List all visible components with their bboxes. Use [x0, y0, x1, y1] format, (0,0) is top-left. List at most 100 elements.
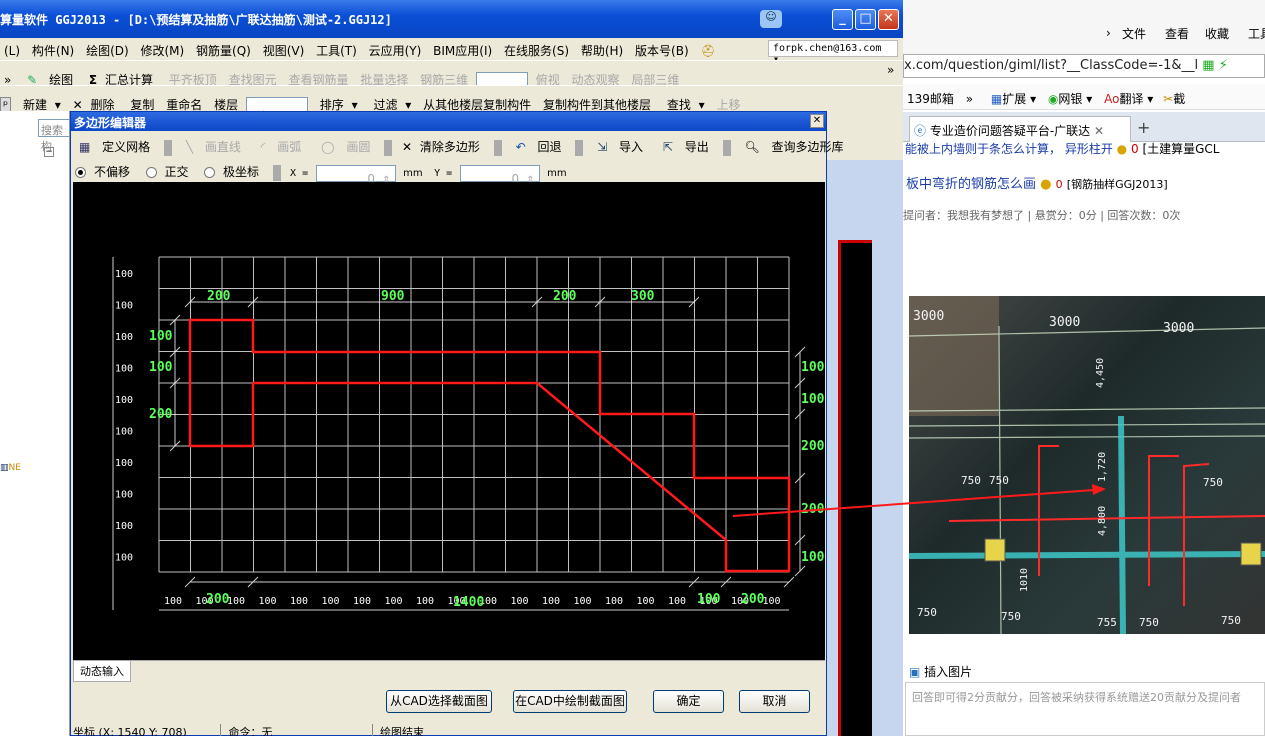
y-input[interactable]: 0 ⇕ [459, 164, 540, 186]
bookmark-139[interactable]: 139邮箱 [907, 92, 954, 106]
bookmark-capture[interactable]: ✂截 [1163, 92, 1185, 106]
clear-polygon-button[interactable]: ✕ 清除多边形 [398, 132, 488, 155]
draw-arc-button[interactable]: ◜ 画弧 [253, 132, 310, 155]
menu-item-online[interactable]: 在线服务(S) [500, 38, 573, 59]
draw-button[interactable]: ✎ 绘图 [19, 61, 81, 88]
tab-close-icon[interactable]: ✕ [1094, 124, 1104, 138]
dialog-toolbar: ▦ 定义网格 ╲ 画直线 ◜ 画弧 ◯ 画圆 ✕ 清除多边形 ↶ 回退 ⇲ 导入… [71, 132, 844, 156]
tab-bar: 动态输入 [73, 660, 825, 682]
delete-button[interactable]: ✕ 删除 [69, 86, 123, 113]
menu-item-component[interactable]: 构件(N) [28, 38, 78, 59]
divider [493, 139, 502, 156]
dialog-title-bar: 多边形编辑器 ✕ [71, 112, 826, 131]
draw-in-cad-button[interactable]: 在CAD中绘制截面图 [513, 690, 627, 713]
new-button[interactable]: 新建 ▾ [15, 86, 65, 113]
answer-textarea[interactable]: 回答即可得2分贡献分，回答被采纳获得系统赠送20贡献分及提问者 [905, 682, 1265, 736]
browser-tab[interactable]: ⓔ 专业造价问题答疑平台-广联达 ✕ [909, 116, 1131, 142]
undo-button[interactable]: ↶ 回退 [508, 132, 570, 155]
search-button[interactable]: 查找 ▾ [659, 86, 709, 113]
photo-label: 1010 [1019, 568, 1030, 592]
arc-icon: ◜ [260, 140, 266, 154]
menu-item-tools[interactable]: 工具(T) [312, 38, 361, 59]
row-label: 100 [115, 395, 133, 406]
rename-button[interactable]: 重命名 [162, 91, 206, 113]
minimize-button[interactable]: _ [832, 9, 853, 30]
question-photo[interactable]: 3000 3000 3000 750 750 750 750 750 755 7… [909, 296, 1265, 634]
col-label: 100 [259, 596, 277, 607]
sum-button[interactable]: Σ 汇总计算 [85, 61, 161, 88]
menu-item-bim[interactable]: BIM应用(I) [429, 38, 496, 59]
dialog-close-button[interactable]: ✕ [810, 114, 824, 128]
query-library-button[interactable]: 🔍︎ 查询多边形库 [736, 132, 851, 155]
photo-label: 750 [917, 606, 937, 619]
question-top[interactable]: 能被上内墙则于条怎么计算， 异形柱开 ● 0 [土建算量GCL [905, 140, 1265, 157]
menu-item-modify[interactable]: 修改(M) [137, 38, 189, 59]
copy-to-floor-button[interactable]: 复制构件到其他楼层 [539, 91, 655, 113]
dim-bottom-text: 100 [697, 592, 721, 607]
line-icon: ╲ [185, 140, 194, 154]
y-unit: mm [547, 168, 567, 179]
divider [384, 139, 393, 156]
col-label: 100 [668, 596, 686, 607]
bookmark-bank[interactable]: ◉网银 ▾ [1048, 92, 1092, 106]
polygon-canvas[interactable]: 100 100 100 100 100 100 100 100 100 100 100 100 100… [73, 182, 825, 660]
x-input[interactable]: 0 ⇕ [315, 164, 396, 186]
copy-from-floor-button[interactable]: 从其他楼层复制构件 [419, 91, 535, 113]
cancel-button[interactable]: 取消 [739, 690, 810, 713]
move-up-button[interactable]: 上移 [713, 91, 745, 113]
row-label: 100 [115, 427, 133, 438]
menu-item[interactable]: (L) [0, 40, 24, 58]
define-grid-button[interactable]: ▦ 定义网格 [71, 132, 158, 155]
clear-icon: ✕ [402, 140, 413, 154]
radio-polar[interactable]: 极坐标 [200, 157, 267, 180]
row-label: 100 [115, 269, 133, 280]
radio-no-offset[interactable]: 不偏移 [71, 157, 138, 180]
menu-tools[interactable]: 工具 [1248, 25, 1265, 42]
helmet-icon[interactable]: ⛑ [696, 40, 719, 58]
new-tab-button[interactable]: + [1137, 118, 1150, 137]
address-bar[interactable]: x.com/question/giml/list?__ClassCode=-1&… [903, 54, 1265, 78]
chevron-right-icon[interactable]: › [1106, 26, 1111, 40]
menu-item-version[interactable]: 版本号(B) [631, 38, 693, 59]
menu-item-draw[interactable]: 绘图(D) [82, 38, 133, 59]
export-button[interactable]: ⇱ 导出 [655, 132, 717, 155]
bookmark-translate[interactable]: Ao翻译 ▾ [1104, 92, 1153, 106]
menu-favorites[interactable]: 收藏 [1205, 25, 1229, 42]
menu-item-cloud[interactable]: 云应用(Y) [365, 38, 426, 59]
left-search-input[interactable]: 搜索构 [38, 119, 70, 153]
radio-ortho[interactable]: 正交 [142, 157, 197, 180]
tab-dynamic-input[interactable]: 动态输入 [73, 661, 131, 682]
toolbar-expand-icon[interactable]: » [887, 63, 894, 77]
left-panel: 搜索构 − ▥NE [0, 111, 70, 736]
menu-view[interactable]: 查看 [1165, 25, 1189, 42]
filter-button[interactable]: 过滤 ▾ [365, 86, 415, 113]
draw-circle-button[interactable]: ◯ 画圆 [313, 132, 378, 155]
close-button[interactable]: ✕ [878, 9, 899, 30]
menu-file[interactable]: 文件 [1122, 25, 1146, 42]
row-label: 100 [115, 553, 133, 564]
select-from-cad-button[interactable]: 从CAD选择截面图 [386, 690, 492, 713]
divider [575, 139, 584, 156]
menu-item-view[interactable]: 视图(V) [259, 38, 309, 59]
sort-button[interactable]: 排序 ▾ [312, 86, 362, 113]
insert-image-button[interactable]: ▣ 插入图片 [909, 663, 972, 680]
grid-svg: 100100100100100100100100100100 100 100 100… [112, 256, 825, 611]
tree-expand-icon[interactable]: − [44, 147, 54, 157]
help-face-icon[interactable]: ☺ [760, 10, 782, 28]
menu-item-help[interactable]: 帮助(H) [577, 38, 627, 59]
double-chevron-icon[interactable]: » [966, 92, 973, 106]
draw-line-button[interactable]: ╲ 画直线 [178, 132, 249, 155]
col-label: 100 [763, 596, 781, 607]
ok-button[interactable]: 确定 [653, 690, 724, 713]
import-button[interactable]: ⇲ 导入 [589, 132, 651, 155]
menu-item-rebar[interactable]: 钢筋量(Q) [192, 38, 255, 59]
maximize-button[interactable]: □ [855, 9, 876, 30]
circle-icon: ◯ [321, 140, 335, 154]
copy-button[interactable]: 复制 [126, 91, 158, 113]
divider [272, 165, 281, 181]
question-title[interactable]: 板中弯折的钢筋怎么画 ● 0 [钢筋抽样GGJ2013] [906, 173, 1265, 192]
bookmark-extension[interactable]: ▦扩展 ▾ [991, 92, 1036, 106]
account-dropdown[interactable]: forpk.chen@163.com ▾ [768, 40, 898, 65]
dim-bottom-text: 1400 [453, 595, 484, 610]
delete-icon: ✕ [72, 98, 83, 112]
